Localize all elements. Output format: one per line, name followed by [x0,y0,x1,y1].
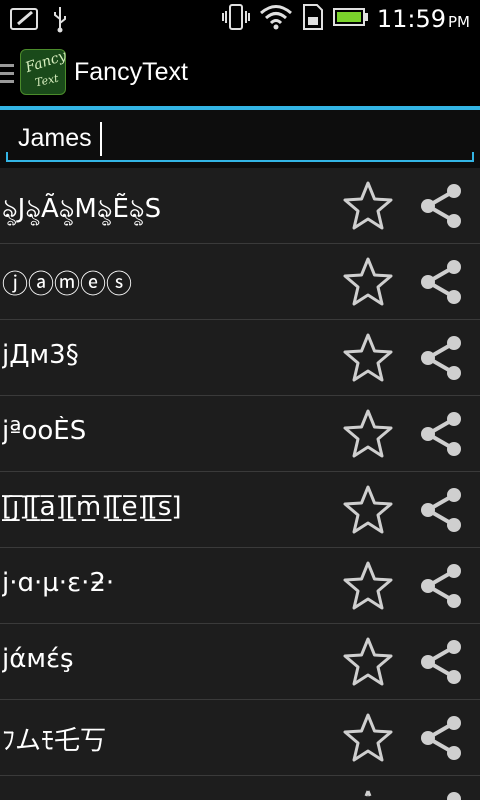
share-button[interactable] [414,560,470,612]
favorite-button[interactable] [340,256,396,308]
star-icon [343,713,393,762]
sim-card-icon [301,3,325,35]
share-icon [421,716,461,760]
wifi-icon [259,3,293,35]
list-item[interactable]: jªooÈS [0,396,480,472]
share-icon [421,184,461,228]
share-button[interactable] [414,332,470,384]
field-edge-right [472,152,474,160]
share-button[interactable] [414,408,470,460]
list-item[interactable]: [̲̅j̲̅][̲̅a̲̅][̲̅m̲̅][̲̅e̲̅][̲̅s̲̅] [0,472,480,548]
share-button[interactable] [414,180,470,232]
list-item[interactable]: ⓙⓐⓜⓔⓢ [0,244,480,320]
share-icon [421,412,461,456]
star-icon [343,257,393,306]
share-button[interactable] [414,484,470,536]
star-icon [343,637,393,686]
list-item[interactable]: ﾌムﾓ乇丂 [0,700,480,776]
share-icon [421,260,461,304]
share-button[interactable] [414,256,470,308]
fancy-text: jάмέş [2,644,74,674]
star-icon [343,485,393,534]
search-area [0,110,480,172]
fancy-text-list: ৡJৡÃৡMৡẼৡS ⓙⓐⓜⓔⓢ jДм3§ jªooÈS [̲̅j̲̅][̲̅… [0,168,480,776]
action-bar: Fancy Text FancyText [0,38,480,110]
field-edge-left [6,152,8,160]
star-icon [343,561,393,610]
share-icon [421,640,461,684]
fancy-text: ⓙⓐⓜⓔⓢ [2,270,133,300]
vibrate-icon [221,3,251,35]
list-item[interactable]: jάмέş [0,624,480,700]
list-item[interactable]: ৡJৡÃৡMৡẼৡS [0,168,480,244]
drawer-menu-icon[interactable] [0,62,16,90]
clock: 11:59 PM [376,5,470,33]
favorite-button[interactable] [340,560,396,612]
share-button[interactable] [414,636,470,688]
share-button[interactable] [414,712,470,764]
clock-ampm: PM [448,13,470,31]
list-item[interactable]: j·ɑ·µ·ε·ƻ· [0,548,480,624]
star-icon [364,790,372,797]
notification-edit-icon [10,6,40,36]
favorite-button[interactable] [340,484,396,536]
share-icon [421,564,461,608]
fancy-text: ৡJৡÃৡMৡẼৡS [2,194,162,224]
fancy-text: jДм3§ [2,340,79,370]
fancy-text: jªooÈS [2,416,87,446]
list-item-partial[interactable] [0,776,480,800]
star-icon [343,181,393,230]
share-icon [447,792,461,800]
app-icon-line1: Fancy [23,47,69,77]
app-title: FancyText [74,58,188,86]
battery-icon [332,7,369,31]
fancy-text: j·ɑ·µ·ε·ƻ· [2,568,115,598]
list-item[interactable]: jДм3§ [0,320,480,396]
favorite-button[interactable] [340,636,396,688]
favorite-button[interactable] [340,332,396,384]
app-icon[interactable]: Fancy Text [20,47,69,95]
star-icon [343,333,393,382]
fancy-text: ﾌムﾓ乇丂 [2,726,107,756]
share-icon [421,488,461,532]
star-icon [343,409,393,458]
favorite-button[interactable] [340,408,396,460]
text-cursor [100,122,102,156]
fancy-text: [̲̅j̲̅][̲̅a̲̅][̲̅m̲̅][̲̅e̲̅][̲̅s̲̅] [2,492,182,522]
app-icon-line2: Text [33,71,60,90]
name-input[interactable] [6,116,474,162]
status-bar: 11:59 PM [0,0,480,38]
favorite-button[interactable] [340,712,396,764]
favorite-button[interactable] [340,180,396,232]
share-icon [421,336,461,380]
usb-icon [52,5,68,37]
